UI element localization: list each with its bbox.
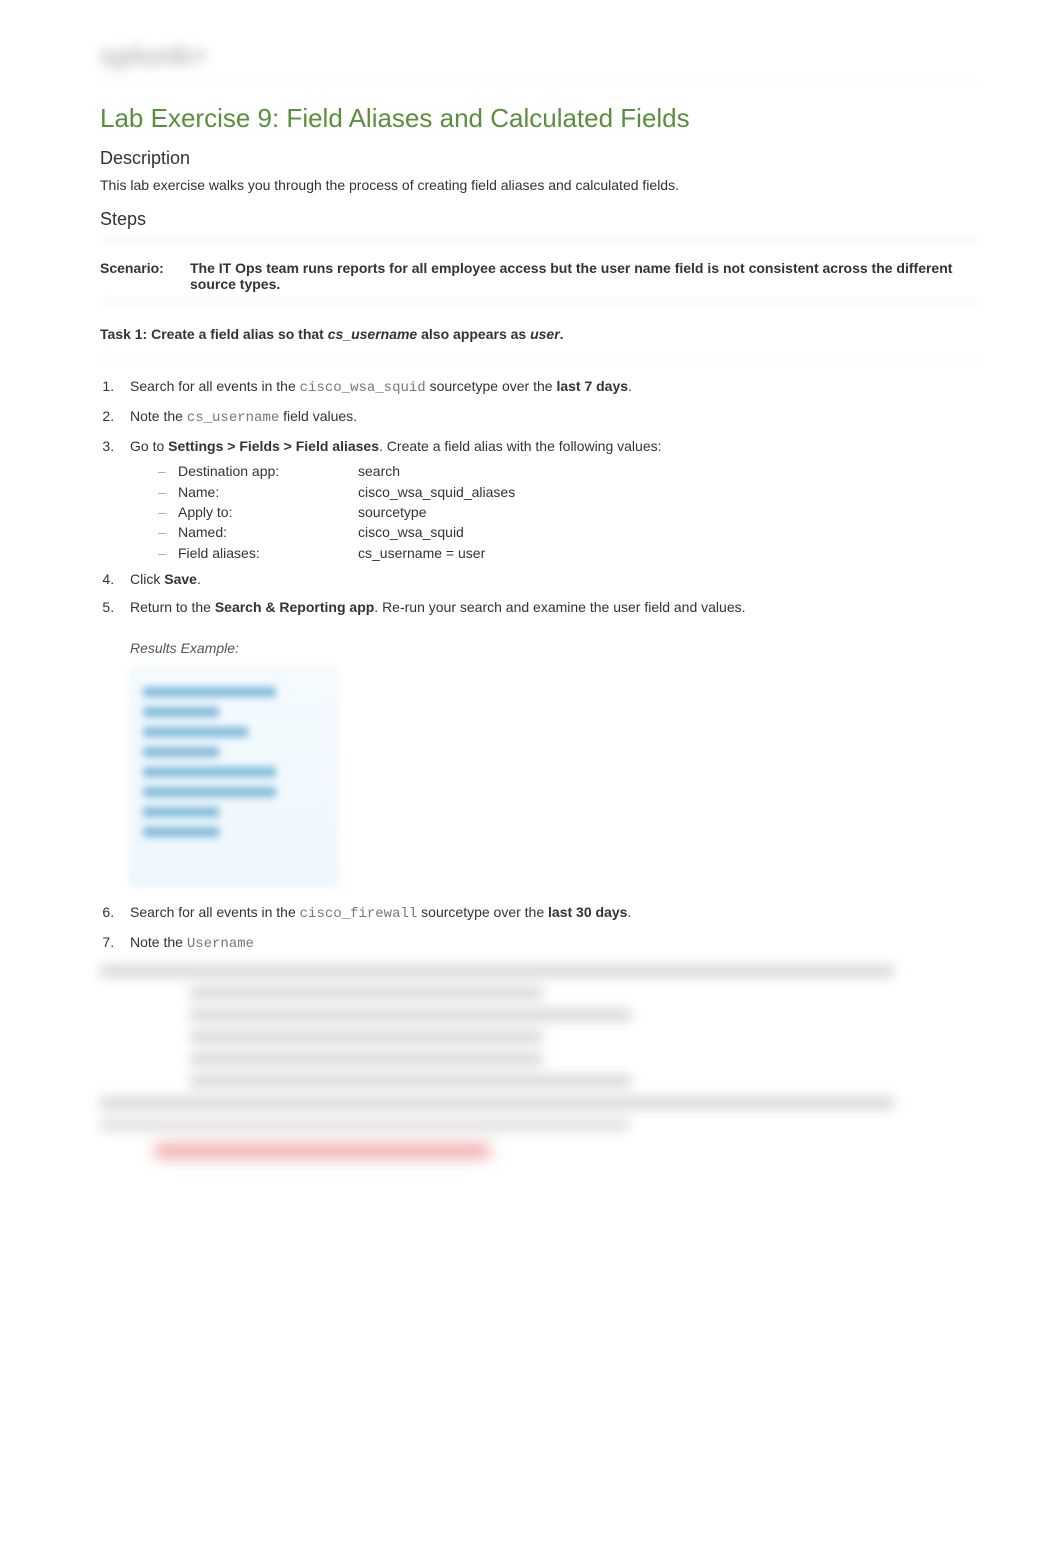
s1-a: Search for all events in the [130,378,300,394]
kv-row-1: –Name:cisco_wsa_squid_aliases [158,482,982,502]
scenario-label: Scenario: [100,260,190,292]
kv-key-0: Destination app: [178,461,358,481]
s2-a: Note the [130,408,187,424]
results-label: Results Example: [130,638,982,660]
s1-bold: last 7 days [556,378,628,394]
step-2: Note the cs_username field values. [118,406,982,430]
kv-key-3: Named: [178,522,358,542]
kv-row-0: –Destination app:search [158,461,982,481]
s3-bold: Settings > Fields > Field aliases [168,438,379,454]
description-heading: Description [100,148,982,169]
kv-row-3: –Named:cisco_wsa_squid [158,522,982,542]
step-7: Note the Username [118,932,982,956]
s5-a: Return to the [130,599,215,615]
kv-val-2: sourcetype [358,502,982,522]
header-divider [100,82,982,83]
step-6: Search for all events in the cisco_firew… [118,902,982,926]
s6-b: sourcetype over the [417,904,548,920]
redacted-content [100,965,982,1157]
s2-code: cs_username [187,410,279,426]
task1-prefix: Task 1: Create a field alias so that [100,326,328,342]
s2-b: field values. [279,408,357,424]
scenario-text: The IT Ops team runs reports for all emp… [190,260,982,292]
results-example-image [130,668,338,886]
band-2 [100,300,982,304]
dash-icon: – [158,482,178,502]
description-text: This lab exercise walks you through the … [100,175,982,195]
s1-c: . [628,378,632,394]
redacted-red-text [155,1145,490,1157]
s4-b: . [197,571,201,587]
s1-code: cisco_wsa_squid [300,380,426,396]
s7-code: Username [187,936,254,952]
s7-a: Note the [130,934,187,950]
scenario-row: Scenario: The IT Ops team runs reports f… [100,260,982,292]
kv-key-2: Apply to: [178,502,358,522]
step-4: Click Save. [118,569,982,591]
task1-mid: also appears as [417,326,530,342]
step-3: Go to Settings > Fields > Field aliases.… [118,436,982,563]
s6-code: cisco_firewall [300,906,418,922]
kv-val-1: cisco_wsa_squid_aliases [358,482,982,502]
kv-list: –Destination app:search –Name:cisco_wsa_… [158,461,982,562]
s3-b: . Create a field alias with the followin… [379,438,661,454]
task1-code2: user [530,326,560,342]
band-3 [100,356,982,358]
s3-a: Go to [130,438,168,454]
s4-bold: Save [164,571,197,587]
s6-a: Search for all events in the [130,904,300,920]
kv-row-2: –Apply to:sourcetype [158,502,982,522]
dash-icon: – [158,502,178,522]
logo: splunk> [100,40,982,72]
logo-text: splunk> [100,40,207,71]
steps-heading: Steps [100,209,982,230]
s5-bold: Search & Reporting app [215,599,374,615]
task1-suffix: . [560,326,564,342]
kv-key-4: Field aliases: [178,543,358,563]
band-1 [100,238,982,242]
kv-key-1: Name: [178,482,358,502]
step-5: Return to the Search & Reporting app. Re… [118,597,982,886]
page-title: Lab Exercise 9: Field Aliases and Calcul… [100,103,982,134]
step-1: Search for all events in the cisco_wsa_s… [118,376,982,400]
s6-c: . [627,904,631,920]
s6-bold: last 30 days [548,904,627,920]
kv-val-4: cs_username = user [358,543,982,563]
kv-val-3: cisco_wsa_squid [358,522,982,542]
dash-icon: – [158,522,178,542]
dash-icon: – [158,461,178,481]
kv-val-0: search [358,461,982,481]
ordered-steps: Search for all events in the cisco_wsa_s… [100,376,982,955]
task1-code1: cs_username [328,326,418,342]
kv-row-4: –Field aliases:cs_username = user [158,543,982,563]
s1-b: sourcetype over the [426,378,557,394]
s5-b: . Re-run your search and examine the use… [374,599,745,615]
dash-icon: – [158,543,178,563]
s4-a: Click [130,571,164,587]
task1-heading: Task 1: Create a field alias so that cs_… [100,326,982,342]
